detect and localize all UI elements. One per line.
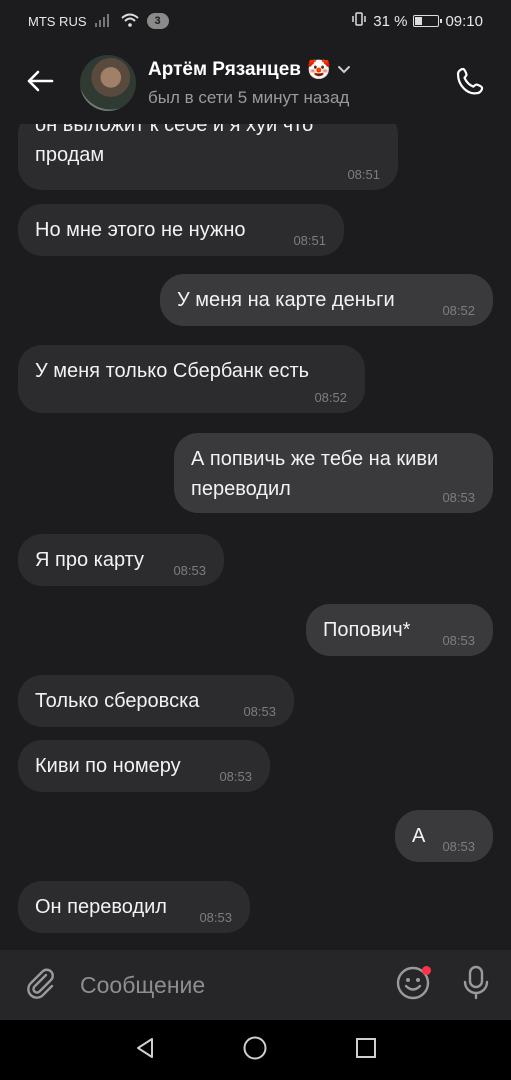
message-text: Я про карту [35,549,145,571]
message-time: 08:53 [173,563,206,578]
outgoing-message[interactable]: Попович* 08:53 [306,604,493,656]
nav-back-button[interactable] [125,1030,165,1070]
message-text: переводил [191,478,291,500]
back-button[interactable] [0,42,80,124]
contact-name: Артём Рязанцев [148,59,301,80]
chat-header: Артём Рязанцев 🤡 был в сети 5 минут наза… [0,42,511,124]
status-left: MTS RUS 3 [28,13,169,30]
battery-icon [413,15,443,27]
message-text: он выложит к себе и я хуй что [35,124,314,136]
chevron-down-icon[interactable] [337,59,351,81]
square-recents-icon [354,1036,378,1065]
notification-dot [422,966,431,975]
message-time: 08:51 [347,167,380,182]
outgoing-message[interactable]: А попвичь же тебе на киви переводил 08:53 [174,433,493,513]
message-text: У меня на карте деньги [177,289,395,311]
system-navigation-bar [0,1020,511,1080]
message-list[interactable]: он выложит к себе и я хуй что продам 08:51… [0,124,511,950]
wifi-icon [120,13,139,30]
message-input[interactable] [80,971,385,999]
message-time: 08:53 [219,769,252,784]
incoming-message[interactable]: Киви по номеру 08:53 [18,740,270,792]
circle-home-icon [242,1035,268,1066]
battery-percent: 31 % [373,12,408,30]
nav-home-button[interactable] [235,1030,275,1070]
arrow-left-icon [26,69,54,98]
message-time: 08:52 [442,303,475,318]
message-time: 08:52 [314,390,347,405]
notification-count-badge: 3 [146,13,169,29]
message-text: Он переводил [35,896,167,918]
outgoing-message[interactable]: А 08:53 [395,810,493,862]
nav-recents-button[interactable] [346,1030,386,1070]
clown-emoji: 🤡 [306,60,331,81]
incoming-message[interactable]: Он переводил 08:53 [18,881,250,933]
message-text: У меня только Сбербанк есть [35,360,310,382]
message-text: Киви по номеру [35,755,181,777]
message-time: 08:53 [199,910,232,925]
message-text: А [412,825,426,847]
voice-record-button[interactable] [441,950,511,1020]
microphone-icon [461,965,491,1006]
last-seen-status: был в сети 5 минут назад [148,88,350,107]
message-text: продам [35,144,105,166]
signal-icon [94,13,113,30]
vibrate-icon [351,11,367,31]
contact-name-row[interactable]: Артём Рязанцев 🤡 [148,58,351,82]
message-time: 08:53 [243,704,276,719]
status-right: 31 % 09:10 [351,11,483,31]
attach-button[interactable] [0,950,80,1020]
carrier-label: MTS RUS [28,13,87,29]
incoming-message[interactable]: Я про карту 08:53 [18,534,224,586]
avatar[interactable] [80,55,136,111]
clock: 09:10 [445,12,483,30]
message-text: Но мне этого не нужно [35,219,246,241]
triangle-back-icon [133,1036,157,1065]
incoming-message[interactable]: он выложит к себе и я хуй что продам 08:51 [18,124,398,190]
status-bar: MTS RUS 3 31 % 09:10 [0,0,511,42]
contact-info[interactable]: Артём Рязанцев 🤡 был в сети 5 минут наза… [148,58,351,108]
message-composer [0,950,511,1020]
message-text: А попвичь же тебе на киви [191,448,439,470]
message-time: 08:53 [442,490,475,505]
phone-icon [455,66,487,103]
paperclip-icon [24,966,56,1005]
incoming-message[interactable]: У меня только Сбербанк есть 08:52 [18,345,365,413]
incoming-message[interactable]: Но мне этого не нужно 08:51 [18,204,344,256]
outgoing-message[interactable]: У меня на карте деньги 08:52 [160,274,493,326]
message-time: 08:51 [293,233,326,248]
message-text: Только сберовска [35,690,200,712]
message-time: 08:53 [442,839,475,854]
message-text: Попович* [323,619,411,641]
incoming-message[interactable]: Только сберовска 08:53 [18,675,294,727]
emoji-button[interactable] [385,950,441,1020]
call-button[interactable] [451,64,491,104]
message-time: 08:53 [442,633,475,648]
